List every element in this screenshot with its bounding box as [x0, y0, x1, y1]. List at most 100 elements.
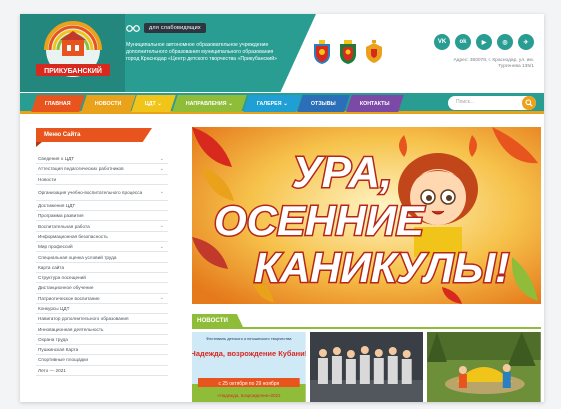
glasses-icon — [126, 24, 140, 32]
news-image-park-activity — [427, 332, 542, 402]
sidebar-item-label: Инновационная деятельность — [38, 326, 104, 332]
sidebar-item[interactable]: Карта сайта — [36, 263, 168, 273]
sidebar-item-label: Спортивные площадки — [38, 357, 88, 363]
chevron-down-icon[interactable]: ⌄ — [160, 244, 164, 250]
sidebar-item-label: Организация учебно-воспитательного проце… — [38, 189, 143, 195]
social-links: VK ok ▶ ◎ ✈ — [434, 34, 534, 50]
chevron-down-icon: ⌄ — [281, 100, 288, 107]
nav-item-home[interactable]: ГЛАВНАЯ — [31, 95, 85, 112]
banner-line2: ОСЕННИЕ — [214, 197, 426, 244]
sidebar-item[interactable]: Охрана труда — [36, 335, 168, 346]
chevron-down-icon[interactable]: ⌄ — [160, 223, 164, 229]
news-image-group-photo — [309, 332, 424, 402]
chevron-down-icon: ⌄ — [226, 100, 233, 107]
sidebar-item[interactable]: Новости — [36, 175, 168, 185]
sidebar-item-label: Новости — [38, 176, 57, 182]
sidebar-item-label: Пушкинская Карта — [38, 347, 79, 353]
nav-item-cdt[interactable]: ЦДТ ⌄ — [131, 95, 176, 112]
nav-item-reviews[interactable]: ОТЗЫВЫ — [297, 95, 350, 112]
sidebar-item-label: Аттестация педагогических работников — [38, 166, 124, 172]
search-icon — [525, 99, 533, 107]
chevron-down-icon[interactable]: ⌄ — [160, 295, 164, 301]
browser-page: ПРИКУБАНСКИЙ для слабовидящих Муниципаль… — [20, 14, 544, 402]
sidebar-item-label: Достижения ЦДТ — [38, 203, 76, 209]
search-button[interactable] — [522, 96, 536, 110]
chevron-down-icon: ⌄ — [156, 100, 163, 107]
news-section-title: НОВОСТИ — [192, 314, 243, 327]
sidebar-item[interactable]: Аттестация педагогических работников ⌄ — [36, 164, 168, 175]
sidebar-item-label: Мир профессий — [38, 244, 73, 250]
accessibility-toggle[interactable]: для слабовидящих — [126, 22, 206, 34]
nav-item-news[interactable]: НОВОСТИ — [80, 95, 135, 112]
sidebar-item-label: Навигатор дополнительного образования — [38, 316, 129, 322]
sidebar-item[interactable]: Информационная безопасность — [36, 232, 168, 243]
chevron-down-icon[interactable]: ⌄ — [160, 166, 164, 172]
sidebar-item[interactable]: Лето — 2021 — [36, 366, 168, 376]
sidebar-item[interactable]: Структура посещений — [36, 273, 168, 284]
holiday-banner[interactable]: УРА, ОСЕННИЕ КАНИКУЛЫ! — [192, 127, 541, 304]
emblems — [312, 40, 384, 64]
sidebar-item[interactable]: Дистанционное обучение — [36, 283, 168, 294]
sidebar-item[interactable]: Спортивные площадки — [36, 355, 168, 366]
krasnodar-city-emblem-icon — [314, 40, 330, 64]
telegram-icon[interactable]: ✈ — [518, 34, 534, 50]
banner-line3: КАНИКУЛЫ! — [254, 244, 509, 291]
nav-item-contacts[interactable]: КОНТАКТЫ — [346, 95, 404, 112]
sidebar-item-label: Структура посещений — [38, 275, 86, 281]
address-text: Адрес: 350078, г. Краснодар, ул. им. Тур… — [453, 58, 534, 70]
ok-icon[interactable]: ok — [455, 34, 471, 50]
sidebar-item[interactable]: Сведения о ЦДТ ⌄ — [36, 154, 168, 165]
site-logo[interactable]: ПРИКУБАНСКИЙ — [32, 20, 114, 86]
nav-items: ГЛАВНАЯ НОВОСТИ ЦДТ ⌄ НАПРАВЛЕНИЯ ⌄ ГАЛЕ… — [31, 95, 404, 112]
sidebar-item-label: Карта сайта — [38, 264, 65, 270]
sidebar-item-label: Программа развития — [38, 213, 84, 219]
sidebar-item-label: Патриотическое воспитание — [38, 295, 100, 301]
news-card[interactable] — [427, 332, 542, 402]
sidebar-item[interactable]: Конкурсы ЦДТ — [36, 304, 168, 315]
svg-text:«Надежда, возрождение Кубани!»: «Надежда, возрождение Кубани!» — [192, 349, 306, 358]
sidebar-title: Меню Сайта — [36, 128, 152, 142]
chevron-down-icon[interactable]: ⌄ — [160, 156, 164, 162]
sidebar-item[interactable]: Пушкинская Карта — [36, 345, 168, 356]
sidebar-item[interactable]: Воспитательная работа ⌄ — [36, 221, 168, 232]
sidebar-item[interactable]: Специальная оценка условий труда — [36, 252, 168, 263]
sidebar-item-label: Охрана труда — [38, 336, 68, 342]
sidebar-item-label: Дистанционное обучение — [38, 285, 94, 291]
sidebar-item-label: Специальная оценка условий труда — [38, 254, 117, 260]
sidebar-item[interactable]: Инновационная деятельность — [36, 324, 168, 335]
sidebar-item-label: Воспитательная работа — [38, 223, 90, 229]
russia-emblem-icon — [366, 40, 382, 63]
sidebar-item[interactable]: Организация учебно-воспитательного проце… — [36, 185, 168, 201]
vk-icon[interactable]: VK — [434, 34, 450, 50]
sidebar-item[interactable]: Патриотическое воспитание ⌄ — [36, 294, 168, 304]
main-navigation: ГЛАВНАЯ НОВОСТИ ЦДТ ⌄ НАПРАВЛЕНИЯ ⌄ ГАЛЕ… — [20, 93, 544, 114]
organization-name: Муниципальное автономное образовательное… — [126, 42, 278, 62]
sidebar-item[interactable]: Мир профессий ⌄ — [36, 242, 168, 253]
sidebar-title-tail — [36, 142, 42, 147]
news-card[interactable] — [309, 332, 424, 402]
news-thumbnails: Фестиваль детского и юношеского творчест… — [192, 332, 542, 402]
sidebar-item[interactable]: Программа развития — [36, 211, 168, 222]
svg-text:Фестиваль детского и юношеског: Фестиваль детского и юношеского творчест… — [206, 336, 292, 341]
krasnodar-krai-emblem-icon — [340, 40, 356, 64]
sidebar-item-label: Лето — 2021 — [38, 367, 66, 373]
news-card[interactable]: Фестиваль детского и юношеского творчест… — [192, 332, 306, 402]
sidebar-item-label: Конкурсы ЦДТ — [38, 306, 70, 311]
chevron-down-icon[interactable]: ⌄ — [160, 189, 164, 196]
sidebar-item[interactable]: Навигатор дополнительного образования — [36, 314, 168, 325]
youtube-icon[interactable]: ▶ — [476, 34, 492, 50]
svg-text:«Надежда, возрождение»2021: «Надежда, возрождение»2021 — [217, 393, 281, 398]
site-header: ПРИКУБАНСКИЙ для слабовидящих Муниципаль… — [20, 14, 544, 92]
search-input[interactable]: Поиск... — [448, 96, 536, 110]
instagram-icon[interactable]: ◎ — [497, 34, 513, 50]
sidebar-item[interactable]: Достижения ЦДТ — [36, 201, 168, 212]
sidebar-menu: Сведения о ЦДТ ⌄ Аттестация педагогических… — [36, 154, 168, 376]
news-divider — [192, 327, 541, 329]
sidebar-item-label: Сведения о ЦДТ — [38, 156, 75, 162]
logo-text: ПРИКУБАНСКИЙ — [44, 66, 102, 75]
nav-item-gallery[interactable]: ГАЛЕРЕЯ ⌄ — [242, 95, 301, 112]
sidebar-item-label: Информационная безопасность — [38, 233, 108, 239]
nav-item-directions[interactable]: НАПРАВЛЕНИЯ ⌄ — [172, 95, 247, 112]
accessibility-label[interactable]: для слабовидящих — [144, 23, 206, 33]
banner-line1: УРА, — [292, 148, 392, 197]
